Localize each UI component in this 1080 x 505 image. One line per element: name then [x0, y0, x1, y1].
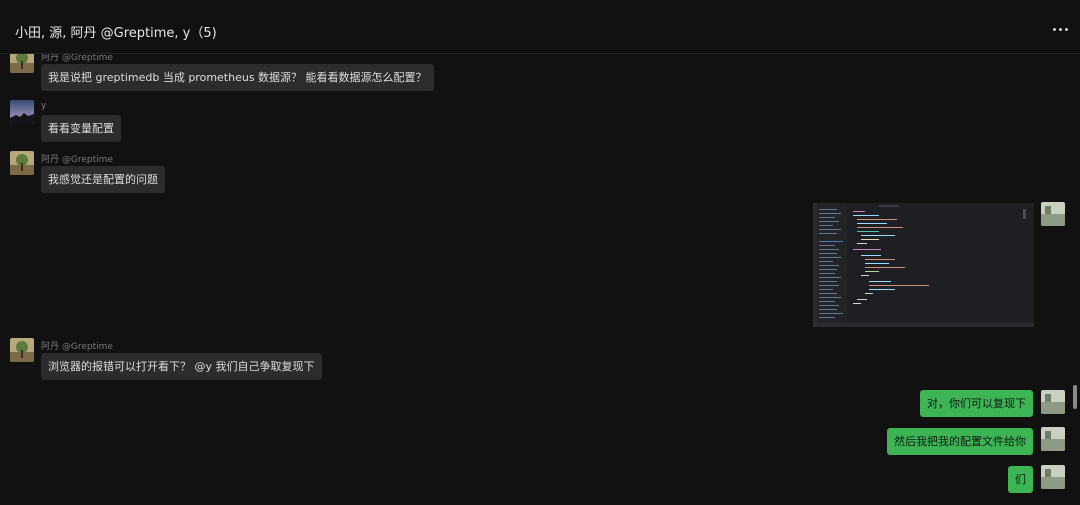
image-message[interactable] — [813, 203, 1034, 327]
avatar-adan[interactable] — [10, 338, 34, 362]
message-list[interactable]: 阿丹 @Greptime 我是说把 greptimedb 当成 promethe… — [0, 54, 1080, 505]
avatar-me[interactable] — [1041, 202, 1065, 226]
sender-name: 阿丹 @Greptime — [41, 342, 113, 352]
message-bubble[interactable]: 看看变量配置 — [41, 115, 121, 142]
avatar-y[interactable] — [10, 100, 34, 124]
message-bubble-outgoing[interactable]: 然后我把我的配置文件给你 — [887, 428, 1033, 455]
sender-name: 阿丹 @Greptime — [41, 155, 113, 165]
message-bubble[interactable]: 我感觉还是配置的问题 — [41, 166, 165, 193]
message-bubble[interactable]: 浏览器的报错可以打开看下？ @y 我们自己争取复现下 — [41, 353, 322, 380]
message-bubble-outgoing[interactable]: 对，你们可以复现下 — [920, 390, 1033, 417]
more-options-icon[interactable] — [1053, 28, 1068, 31]
message-bubble-outgoing[interactable]: 们 — [1008, 466, 1033, 493]
sender-name: y — [41, 101, 47, 111]
avatar-adan[interactable] — [10, 54, 34, 73]
message-bubble[interactable]: 我是说把 greptimedb 当成 prometheus 数据源？ 能看看数据… — [41, 64, 434, 91]
avatar-me[interactable] — [1041, 390, 1065, 414]
avatar-me[interactable] — [1041, 427, 1065, 451]
chat-header: 小田, 源, 阿丹 @Greptime, y（5) — [0, 0, 1080, 54]
chat-title: 小田, 源, 阿丹 @Greptime, y（5) — [15, 26, 217, 41]
scrollbar-thumb[interactable] — [1073, 385, 1077, 409]
avatar-me[interactable] — [1041, 465, 1065, 489]
sender-name: 阿丹 @Greptime — [41, 54, 113, 63]
avatar-adan[interactable] — [10, 151, 34, 175]
